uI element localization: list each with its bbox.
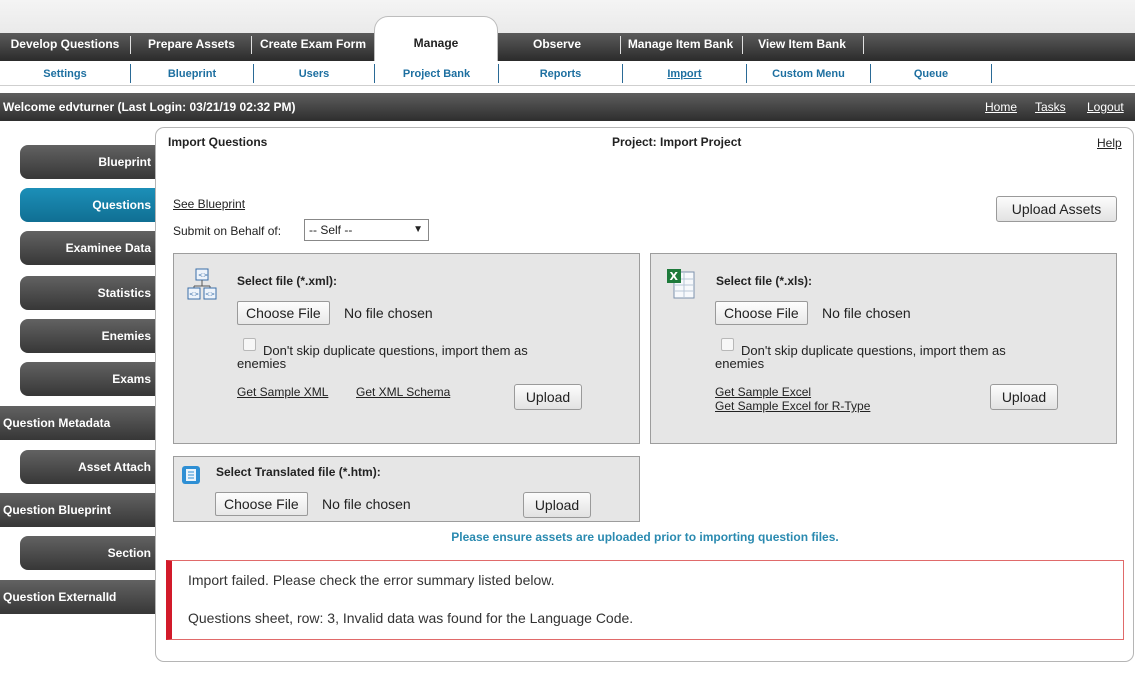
svg-text:X: X bbox=[670, 270, 679, 283]
logout-link[interactable]: Logout bbox=[1087, 100, 1124, 114]
upload-assets-button[interactable]: Upload Assets bbox=[996, 196, 1117, 222]
project-name: Project: Import Project bbox=[612, 135, 742, 149]
error-detail: Questions sheet, row: 3, Invalid data wa… bbox=[188, 610, 634, 626]
error-message: Import failed. Please check the error su… bbox=[188, 572, 555, 588]
sidebar-item-examinee-data[interactable]: Examinee Data bbox=[20, 231, 165, 265]
xml-duplicate-label: Don't skip duplicate questions, import t… bbox=[263, 343, 528, 358]
get-sample-excel-rtype-link[interactable]: Get Sample Excel for R-Type bbox=[715, 399, 870, 413]
sidebar-item-question-externalid[interactable]: Question ExternalId bbox=[0, 580, 165, 614]
sidebar-item-question-metadata[interactable]: Question Metadata bbox=[0, 406, 165, 440]
xml-file-icon: <> <> <> bbox=[187, 268, 217, 300]
sidebar-item-section[interactable]: Section bbox=[20, 536, 165, 570]
chevron-down-icon: ▼ bbox=[413, 224, 423, 235]
xml-choose-file-button[interactable]: Choose File bbox=[237, 301, 330, 325]
htm-select-label: Select Translated file (*.htm): bbox=[216, 465, 381, 479]
subnav-separator bbox=[991, 64, 992, 83]
svg-text:<>: <> bbox=[205, 291, 215, 298]
htm-upload-button[interactable]: Upload bbox=[523, 492, 591, 518]
xml-duplicate-label-2: enemies bbox=[237, 356, 287, 371]
page-title: Import Questions bbox=[168, 135, 268, 149]
sidebar-item-statistics[interactable]: Statistics bbox=[20, 276, 165, 310]
error-summary: Import failed. Please check the error su… bbox=[166, 560, 1124, 640]
htm-no-file-text: No file chosen bbox=[322, 496, 411, 512]
subnav-queue[interactable]: Queue bbox=[871, 61, 991, 86]
htm-choose-file-button[interactable]: Choose File bbox=[215, 492, 308, 516]
tab-manage[interactable]: Manage bbox=[374, 16, 498, 61]
assets-notice: Please ensure assets are uploaded prior … bbox=[451, 530, 839, 544]
subnav-blueprint[interactable]: Blueprint bbox=[131, 61, 253, 86]
nav-separator bbox=[742, 36, 743, 54]
xls-duplicate-label: Don't skip duplicate questions, import t… bbox=[741, 343, 1006, 358]
xml-upload-button[interactable]: Upload bbox=[514, 384, 582, 410]
welcome-text: Welcome edvturner (Last Login: 03/21/19 … bbox=[3, 100, 296, 114]
welcome-bar: Welcome edvturner (Last Login: 03/21/19 … bbox=[0, 93, 1135, 121]
home-link[interactable]: Home bbox=[985, 100, 1017, 114]
xls-select-label: Select file (*.xls): bbox=[716, 274, 813, 288]
tab-create-exam-form[interactable]: Create Exam Form bbox=[252, 33, 374, 61]
help-link[interactable]: Help bbox=[1097, 136, 1122, 150]
sub-nav: Settings Blueprint Users Project Bank Re… bbox=[0, 61, 1135, 86]
see-blueprint-link[interactable]: See Blueprint bbox=[173, 197, 245, 211]
behalf-select-value: -- Self -- bbox=[309, 223, 353, 237]
svg-text:<>: <> bbox=[189, 291, 199, 298]
xls-upload-button[interactable]: Upload bbox=[990, 384, 1058, 410]
sidebar-item-exams[interactable]: Exams bbox=[20, 362, 165, 396]
subnav-users[interactable]: Users bbox=[254, 61, 374, 86]
tab-observe[interactable]: Observe bbox=[502, 33, 612, 61]
subnav-project-bank[interactable]: Project Bank bbox=[375, 61, 498, 86]
tab-develop-questions[interactable]: Develop Questions bbox=[0, 33, 130, 61]
xls-no-file-text: No file chosen bbox=[822, 305, 911, 321]
xls-duplicate-checkbox[interactable] bbox=[721, 338, 734, 351]
get-sample-xml-link[interactable]: Get Sample XML bbox=[237, 385, 328, 399]
svg-text:<>: <> bbox=[198, 272, 208, 279]
get-sample-excel-link[interactable]: Get Sample Excel bbox=[715, 385, 811, 399]
sidebar-item-question-blueprint[interactable]: Question Blueprint bbox=[0, 493, 165, 527]
nav-separator bbox=[130, 36, 131, 54]
browser-top-area bbox=[0, 0, 1135, 33]
tasks-link[interactable]: Tasks bbox=[1035, 100, 1066, 114]
subnav-import[interactable]: Import bbox=[623, 61, 746, 86]
subnav-settings[interactable]: Settings bbox=[0, 61, 130, 86]
nav-separator bbox=[863, 36, 864, 54]
main-nav: Develop Questions Prepare Assets Create … bbox=[0, 33, 1135, 61]
sidebar-item-asset-attach[interactable]: Asset Attach bbox=[20, 450, 165, 484]
sidebar-item-enemies[interactable]: Enemies bbox=[20, 319, 165, 353]
behalf-label: Submit on Behalf of: bbox=[173, 224, 282, 238]
tab-manage-item-bank[interactable]: Manage Item Bank bbox=[621, 33, 740, 61]
xml-select-label: Select file (*.xml): bbox=[237, 274, 338, 288]
tab-prepare-assets[interactable]: Prepare Assets bbox=[139, 33, 244, 61]
sidebar-item-blueprint[interactable]: Blueprint bbox=[20, 145, 165, 179]
subnav-reports[interactable]: Reports bbox=[499, 61, 622, 86]
document-icon bbox=[182, 466, 200, 484]
subnav-custom-menu[interactable]: Custom Menu bbox=[747, 61, 870, 86]
xml-no-file-text: No file chosen bbox=[344, 305, 433, 321]
behalf-select[interactable]: -- Self -- ▼ bbox=[304, 219, 429, 241]
tab-view-item-bank[interactable]: View Item Bank bbox=[745, 33, 859, 61]
xls-duplicate-label-2: enemies bbox=[715, 356, 765, 371]
excel-file-icon: X bbox=[667, 269, 695, 299]
sidebar-item-questions[interactable]: Questions bbox=[20, 188, 165, 222]
xml-duplicate-checkbox[interactable] bbox=[243, 338, 256, 351]
get-xml-schema-link[interactable]: Get XML Schema bbox=[356, 385, 450, 399]
xls-choose-file-button[interactable]: Choose File bbox=[715, 301, 808, 325]
